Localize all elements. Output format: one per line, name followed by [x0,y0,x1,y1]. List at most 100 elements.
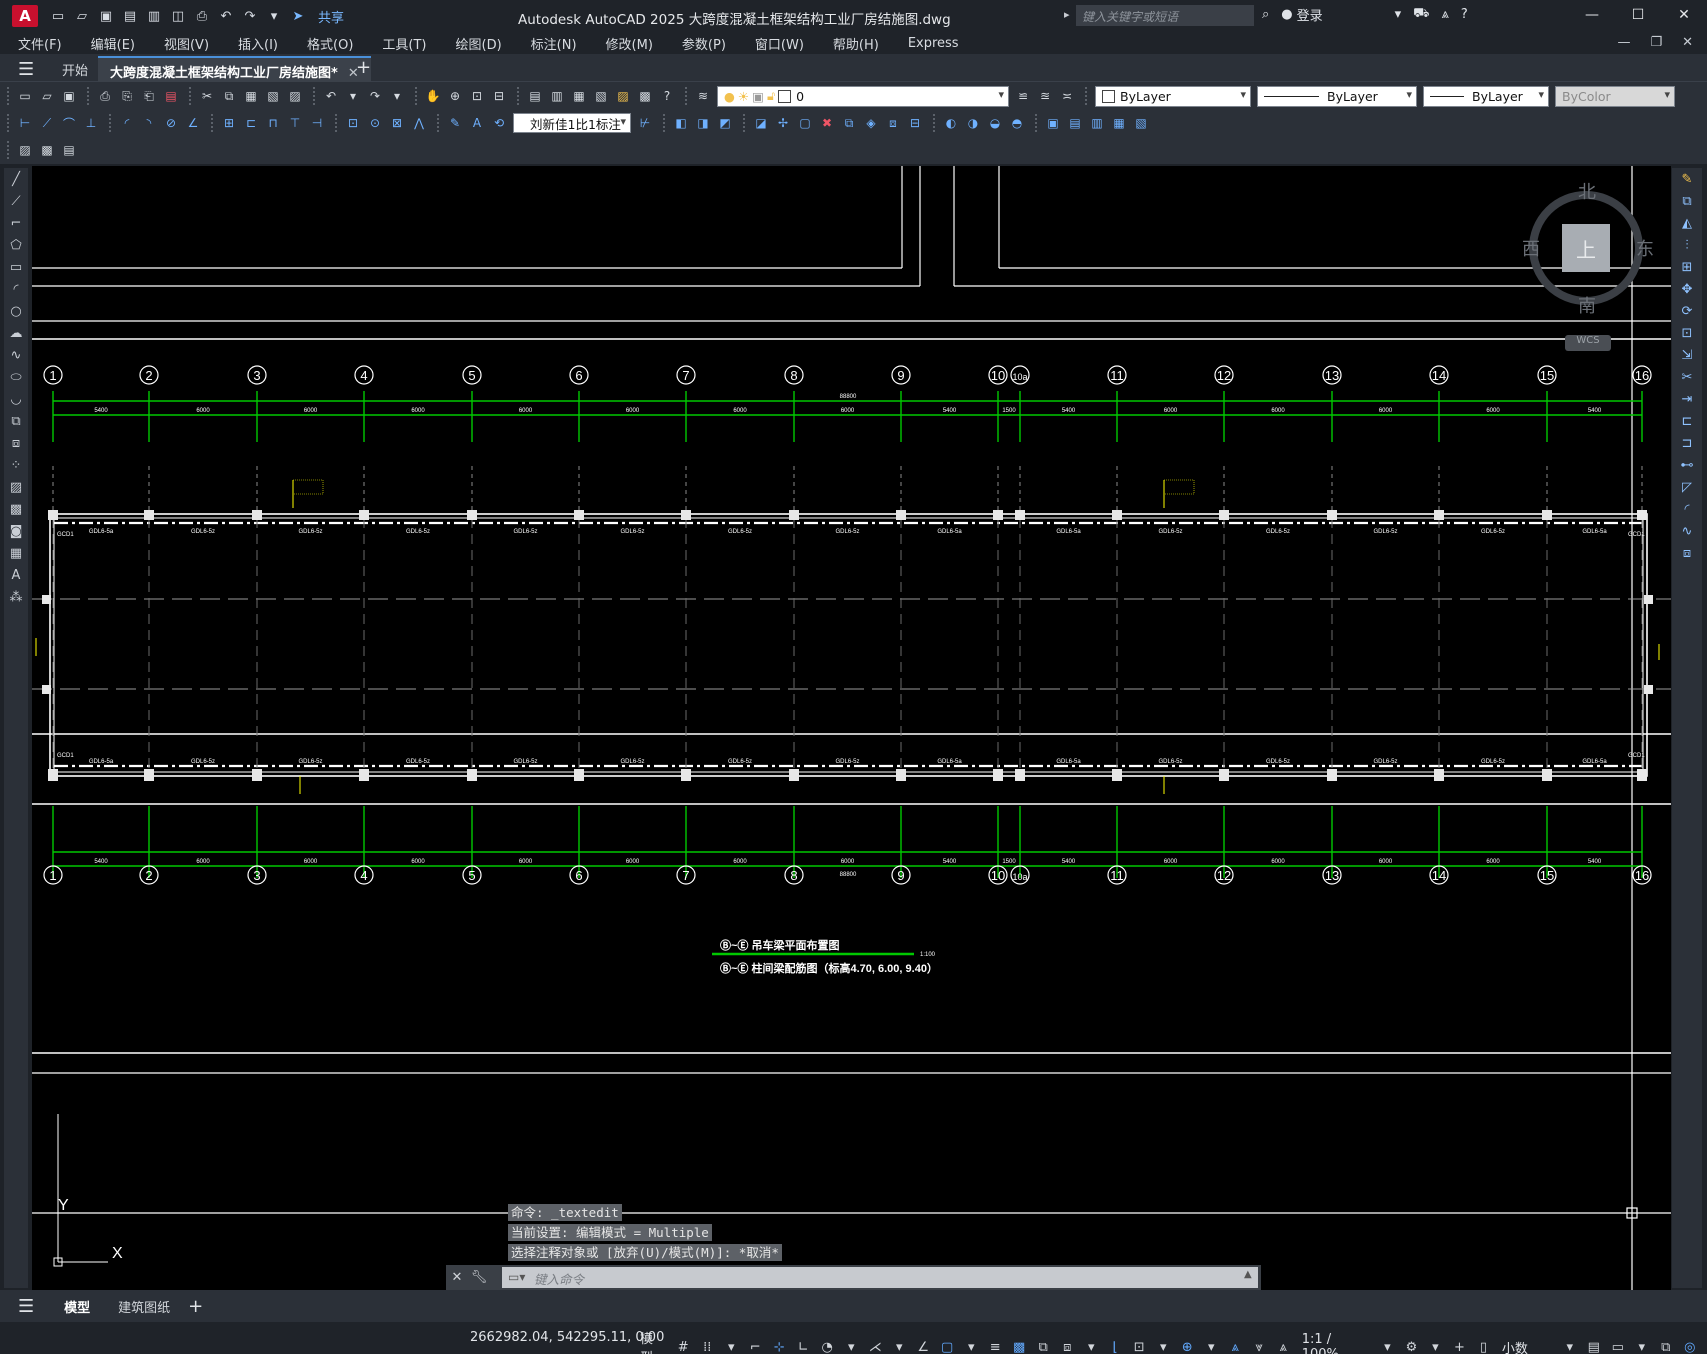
menu-help[interactable]: 帮助(H) [815,34,890,53]
plot-icon[interactable]: ⎙ [192,6,212,26]
ellipse-icon[interactable]: ⬭ [6,366,26,388]
undo-icon[interactable]: ↶ [322,87,341,106]
dimstyle-dropdown[interactable]: 刘新佳1比1标注 ▾ [513,113,631,133]
fillet-icon[interactable]: ◜ [1676,498,1698,520]
linetype-dropdown[interactable]: ByLayer ▾ [1257,85,1417,107]
menu-icon[interactable]: ☰ [18,59,34,80]
menu-dimension[interactable]: 标注(N) [513,34,588,53]
sheet-set-icon[interactable]: ▧ [592,87,611,106]
object-icon-8[interactable]: ◈ [862,114,881,133]
quick-properties-icon[interactable]: ▤ [1584,1337,1603,1354]
continue-dimension-icon[interactable]: ⊓ [264,114,283,133]
object-icon-15[interactable]: ▣ [1044,114,1063,133]
break-at-point-icon[interactable]: ⊏ [1676,410,1698,432]
redo-icon[interactable]: ↷ [240,6,260,26]
join-icon[interactable]: ⊷ [1676,454,1698,476]
cut-icon[interactable]: ✂ [198,87,217,106]
lineweight-icon[interactable]: ≡ [986,1337,1005,1354]
gizmo-dropdown-icon[interactable]: ▾ [1202,1337,1221,1354]
hatch-icon[interactable]: ▨ [6,476,26,498]
table-icon[interactable]: ▦ [6,542,26,564]
extra-tool-icon-3[interactable]: ▤ [60,141,79,160]
share-button[interactable]: 共享 [318,7,344,26]
toolbar-grip[interactable] [437,114,440,132]
menu-file[interactable]: 文件(F) [0,34,73,53]
menu-format[interactable]: 格式(O) [289,34,364,53]
paste-icon[interactable]: ▦ [242,87,261,106]
layer-viewport-icon[interactable]: ▣ [752,89,764,104]
plot-icon[interactable]: ⎙ [96,87,115,106]
menu-window[interactable]: 窗口(W) [737,34,815,53]
erase-icon[interactable]: ✖ [818,114,837,133]
object-icon-5[interactable]: ✢ [774,114,793,133]
object-icon-13[interactable]: ◒ [986,114,1005,133]
object-icon-14[interactable]: ◓ [1008,114,1027,133]
wcs-menu[interactable]: WCS [1565,335,1611,351]
workspace-dropdown-icon[interactable]: ▾ [1426,1337,1445,1354]
save-icon[interactable]: ▣ [96,6,116,26]
infer-constraints-icon[interactable]: ⌐ [746,1337,765,1354]
object-icon-19[interactable]: ▧ [1132,114,1151,133]
toolbar-grip[interactable] [685,87,688,105]
object-icon-7[interactable]: ⧉ [840,114,859,133]
mirror-icon[interactable]: ◭ [1676,212,1698,234]
annotation-visibility-icon[interactable]: ⩓ [1226,1337,1245,1354]
design-center-icon[interactable]: ▥ [548,87,567,106]
lineweight-dropdown[interactable]: ByLayer ▾ [1423,85,1549,107]
polar-dropdown-icon[interactable]: ▾ [842,1337,861,1354]
jogged-linear-icon[interactable]: ⋀ [410,114,429,133]
menu-modify[interactable]: 修改(M) [588,34,664,53]
layer-on-icon[interactable]: ● [724,89,735,104]
save-as-icon[interactable]: ▤ [120,6,140,26]
construction-line-icon[interactable]: ⟋ [6,190,26,212]
snap-dropdown-icon[interactable]: ▾ [722,1337,741,1354]
object-icon-6[interactable]: ▢ [796,114,815,133]
doc-close-button[interactable]: ✕ [1682,35,1693,50]
recent-commands-icon[interactable]: ▭▾ [508,1270,525,1284]
selection-cycling-icon[interactable]: ⧉ [1034,1337,1053,1354]
object-icon-11[interactable]: ◐ [942,114,961,133]
multiline-text-icon[interactable]: A [6,564,26,586]
plotstyle-dropdown[interactable]: ByColor ▾ [1555,85,1675,107]
object-icon-4[interactable]: ◪ [752,114,771,133]
layer-previous-icon[interactable]: ≊ [1036,87,1055,106]
move-icon[interactable]: ✥ [1676,278,1698,300]
make-block-icon[interactable]: ⧈ [6,432,26,454]
3d-object-snap-icon[interactable]: ⧈ [1058,1337,1077,1354]
copy-icon[interactable]: ⧉ [1676,190,1698,212]
plot-preview-icon[interactable]: ⎘ [118,87,137,106]
3d-snap-dropdown-icon[interactable]: ▾ [1082,1337,1101,1354]
match-properties-icon[interactable]: ▧ [264,87,283,106]
menu-insert[interactable]: 插入(I) [220,34,289,53]
dimension-style-icon[interactable]: ⊬ [636,114,655,133]
object-snap-dropdown-icon[interactable]: ▾ [962,1337,981,1354]
center-mark-icon[interactable]: ⊙ [366,114,385,133]
toolbar-grip[interactable] [7,87,10,105]
menu-tools[interactable]: 工具(T) [364,34,437,53]
spline-icon[interactable]: ∿ [6,344,26,366]
zoom-realtime-icon[interactable]: ⊕ [446,87,465,106]
dimension-edit-icon[interactable]: ✎ [446,114,465,133]
redo-dropdown-icon[interactable]: ▾ [388,87,407,106]
new-layout-icon[interactable]: + [188,1296,203,1317]
grid-icon[interactable]: # [674,1337,693,1354]
polyline-icon[interactable]: ⌐ [6,212,26,234]
toolbar-grip[interactable] [7,114,10,132]
cart-icon[interactable]: ⛟ [1413,6,1429,23]
object-icon-18[interactable]: ▦ [1110,114,1129,133]
tab-model[interactable]: 模型 [50,1297,104,1316]
toolbar-grip[interactable] [743,114,746,132]
calculator-icon[interactable]: ▩ [636,87,655,106]
rectangle-icon[interactable]: ▭ [6,256,26,278]
open-file-icon[interactable]: ▱ [72,6,92,26]
maximize-button[interactable]: ☐ [1615,0,1661,30]
compass-west[interactable]: 西 [1522,235,1540,261]
workspace-gear-icon[interactable]: ⚙ [1402,1337,1421,1354]
object-icon-3[interactable]: ◩ [716,114,735,133]
command-input[interactable]: 键入命令 [502,1267,1258,1288]
erase-icon[interactable]: ✎ [1676,168,1698,190]
gradient-icon[interactable]: ▩ [6,498,26,520]
menu-express[interactable]: Express [890,36,970,51]
array-icon[interactable]: ⊞ [1676,256,1698,278]
undo-icon[interactable]: ↶ [216,6,236,26]
